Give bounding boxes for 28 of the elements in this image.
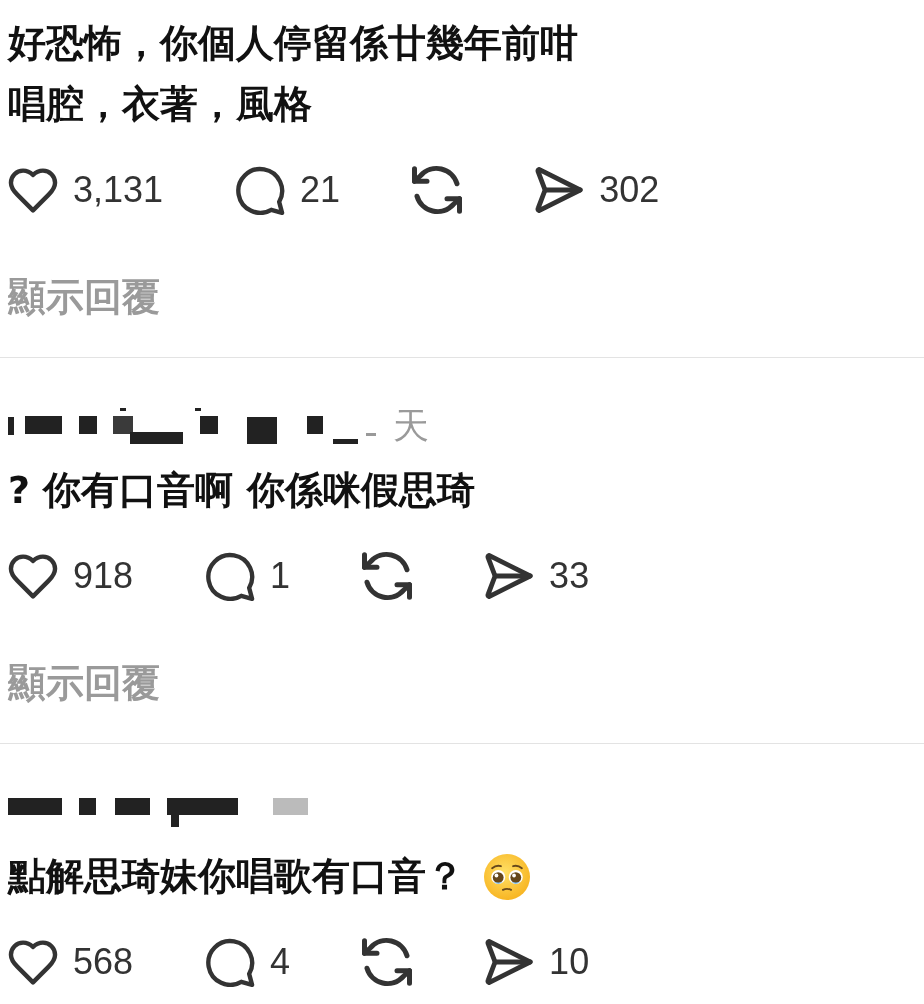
like-button[interactable]: 568: [8, 937, 134, 987]
reply-button[interactable]: 4: [205, 937, 291, 987]
reply-button[interactable]: 1: [205, 551, 291, 601]
circular-arrows-icon: [362, 937, 413, 987]
speech-bubble-icon: [205, 937, 256, 987]
share-button[interactable]: 10: [484, 937, 590, 987]
timestamp: 天: [393, 406, 429, 446]
like-button[interactable]: 3,131: [8, 165, 164, 215]
like-button[interactable]: 918: [8, 551, 134, 601]
circular-arrows-icon: [362, 551, 413, 601]
repost-button[interactable]: [362, 551, 413, 601]
repost-button[interactable]: [412, 165, 463, 215]
repost-button[interactable]: [362, 937, 413, 987]
heart-icon: [8, 167, 58, 213]
speech-bubble-icon: [235, 165, 286, 215]
circular-arrows-icon: [412, 165, 463, 215]
comment-text: 點解思琦妹你唱歌有口音？: [8, 853, 464, 900]
comment-text: 好恐怖，你個人停留係廿幾年前咁 唱腔，衣著，風格: [8, 20, 578, 128]
speech-bubble-icon: [205, 551, 256, 601]
comment-text: ? 你有口音啊 你係咪假思琦: [8, 467, 475, 514]
heart-icon: [8, 553, 58, 599]
heart-icon: [8, 939, 58, 985]
paper-plane-icon: [484, 553, 535, 599]
reply-button[interactable]: 21: [235, 165, 341, 215]
paper-plane-icon: [534, 167, 585, 213]
paper-plane-icon: [484, 939, 535, 985]
share-button[interactable]: 302: [534, 165, 660, 215]
share-button[interactable]: 33: [484, 551, 590, 601]
